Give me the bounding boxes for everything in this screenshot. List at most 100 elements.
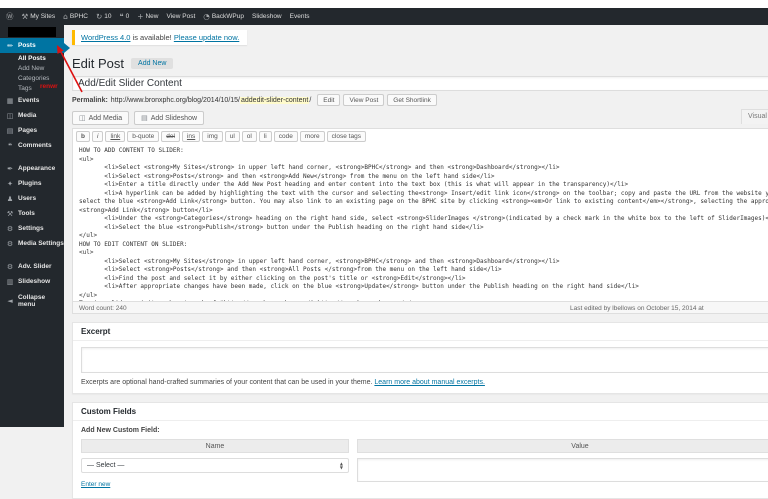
quicktag-button[interactable]: i: [91, 131, 104, 142]
sidebar-item[interactable]: ◄ Collapse menu: [0, 293, 64, 308]
admin-bar-item-icon: +: [137, 11, 144, 21]
quicktag-button[interactable]: ins: [181, 131, 201, 142]
quicktags-toolbar: b i link b-quote del ins img ul ol li co…: [73, 129, 768, 144]
sidebar-item[interactable]: Categories: [0, 73, 64, 83]
visual-tab[interactable]: Visual: [741, 109, 768, 124]
admin-bar-item[interactable]: Events: [290, 13, 310, 20]
editor-line: <li>Enter a title directly under the Add…: [79, 181, 629, 188]
admin-bar-item-label: My Sites: [30, 13, 56, 20]
sidebar-item[interactable]: Add New: [0, 63, 64, 73]
sidebar-item-icon: ❝: [7, 141, 13, 150]
admin-bar-item[interactable]: ⚒ My Sites: [22, 13, 56, 21]
sidebar-item-label: Pages: [18, 127, 38, 134]
sidebar-item-label: Tools: [18, 210, 35, 217]
word-count: Word count: 240: [79, 304, 127, 312]
quicktag-button[interactable]: ul: [224, 131, 240, 142]
editor-line: <li>After appropriate changes have been …: [79, 283, 639, 290]
permalink-button[interactable]: View Post: [343, 94, 385, 106]
editor-line: </ul>: [79, 232, 98, 239]
editor-line: <li>Find the post and select it by eithe…: [79, 274, 466, 282]
add-custom-field-label: Add New Custom Field:: [81, 427, 160, 434]
custom-field-value-textarea[interactable]: [357, 458, 768, 482]
name-column-header: Name: [81, 439, 349, 453]
manual-excerpts-link[interactable]: Learn more about manual excerpts.: [374, 379, 485, 386]
add-slideshow-button[interactable]: ▤ Add Slideshow: [134, 111, 205, 125]
quicktag-button[interactable]: li: [258, 131, 272, 142]
sidebar-item-icon: ▥: [6, 277, 14, 286]
sidebar-item-label: Events: [18, 97, 40, 104]
sidebar-item-icon: ▦: [6, 96, 14, 105]
admin-bar-item[interactable]: ↻ 10: [96, 13, 112, 21]
sidebar-item[interactable]: ▦ Events: [0, 93, 64, 108]
admin-bar-item[interactable]: ⌂ BPHC: [63, 13, 88, 21]
quicktag-button[interactable]: close tags: [326, 131, 366, 142]
sidebar-item[interactable]: ◫ Media: [0, 108, 64, 123]
sidebar-item-icon: ⚙: [6, 262, 14, 271]
editor-tools: ◫ Add Media ▤ Add Slideshow Visual: [72, 109, 768, 126]
quicktag-button[interactable]: del: [161, 131, 180, 142]
sidebar-item-icon: ◫: [6, 111, 14, 120]
sidebar-item-label: Slideshow: [18, 278, 51, 285]
admin-bar-item-icon: ⌂: [63, 11, 68, 21]
sidebar-item-label: Categories: [18, 74, 50, 82]
sidebar-item[interactable]: ⚙ Media Settings: [0, 236, 64, 251]
editor-line: <li>Under the <strong>Categories</strong…: [79, 215, 768, 222]
sidebar-item[interactable]: All Posts: [0, 53, 64, 63]
enter-new-link[interactable]: Enter new: [81, 481, 110, 488]
sidebar-item[interactable]: ✏ Posts: [0, 38, 64, 53]
sidebar-item[interactable]: ✦ Plugins: [0, 176, 64, 191]
admin-bar-item[interactable]: + New: [137, 13, 158, 21]
quicktag-button[interactable]: code: [273, 131, 298, 142]
editor-line: </ul>: [79, 291, 98, 299]
custom-fields-panel-title[interactable]: Custom Fields: [73, 403, 768, 421]
quicktag-button[interactable]: b: [76, 131, 90, 142]
sidebar-menu: ✏ Posts All Posts Add New Categories Tag…: [0, 25, 64, 427]
add-new-button[interactable]: Add New: [131, 58, 174, 69]
admin-bar-item[interactable]: ◔ BackWPup: [203, 13, 244, 21]
admin-bar-item[interactable]: View Post: [167, 13, 196, 20]
post-title-input[interactable]: Add/Edit Slider Content: [72, 76, 768, 91]
quicktag-button[interactable]: b-quote: [127, 131, 160, 142]
sidebar-item[interactable]: Tags: [0, 83, 64, 93]
permalink-button[interactable]: Edit: [317, 94, 341, 106]
editor-line: <ul>: [79, 249, 94, 256]
excerpt-panel-title[interactable]: Excerpt: [73, 323, 768, 341]
post-content-textarea[interactable]: HOW TO ADD CONTENT TO SLIDER: <ul> <li>S…: [73, 144, 768, 301]
slideshow-icon: ▤: [141, 114, 148, 122]
sidebar-item-icon: ✦: [7, 179, 13, 188]
sidebar-item[interactable]: ✒ Appearance: [0, 161, 64, 176]
admin-bar-item-icon: ❝: [119, 11, 124, 21]
quicktag-button[interactable]: link: [105, 131, 126, 142]
admin-bar-item-icon: ↻: [95, 11, 103, 21]
admin-bar-item-label: Events: [289, 13, 310, 20]
admin-bar-item-label: 10: [104, 13, 112, 20]
admin-bar-item[interactable]: Ⓦ: [6, 13, 14, 21]
add-media-button[interactable]: ◫ Add Media: [72, 111, 130, 125]
editor-line: HOW TO ADD CONTENT TO SLIDER:: [79, 147, 184, 154]
editor-line: HOW TO EDIT CONTENT ON SLIDER:: [79, 240, 188, 248]
sidebar-item[interactable]: ⚙ Adv. Slider: [0, 259, 64, 274]
quicktag-button[interactable]: ol: [241, 131, 257, 142]
admin-bar-item[interactable]: ❝ 0: [120, 13, 130, 21]
wordpress-version-link[interactable]: WordPress 4.0: [81, 33, 130, 42]
excerpt-textarea[interactable]: [81, 347, 768, 373]
custom-fields-panel: Custom Fields Add New Custom Field: Name…: [72, 402, 768, 499]
excerpt-description: Excerpts are optional hand-crafted summa…: [81, 379, 485, 386]
page-title: Edit Post: [72, 56, 125, 71]
sidebar-item-icon: ♟: [6, 194, 14, 203]
sidebar-item[interactable]: ▤ Pages: [0, 123, 64, 138]
permalink-button[interactable]: Get Shortlink: [387, 94, 437, 106]
sidebar-item[interactable]: ♟ Users: [0, 191, 64, 206]
quicktag-button[interactable]: img: [202, 131, 223, 142]
sidebar-item[interactable]: ⚙ Settings: [0, 221, 64, 236]
sidebar-item[interactable]: ❝ Comments: [0, 138, 64, 153]
sidebar-item[interactable]: [0, 251, 64, 259]
sidebar-item[interactable]: [0, 153, 64, 161]
admin-bar-item[interactable]: Slideshow: [252, 13, 282, 20]
update-now-link[interactable]: Please update now.: [174, 33, 239, 42]
sidebar-item[interactable]: ⚒ Tools: [0, 206, 64, 221]
sidebar-item[interactable]: ▥ Slideshow: [0, 274, 64, 289]
custom-field-row: — Select — ▲ ▼ Enter new: [81, 458, 768, 491]
sidebar-item-label: Posts: [18, 42, 36, 49]
quicktag-button[interactable]: more: [299, 131, 325, 142]
